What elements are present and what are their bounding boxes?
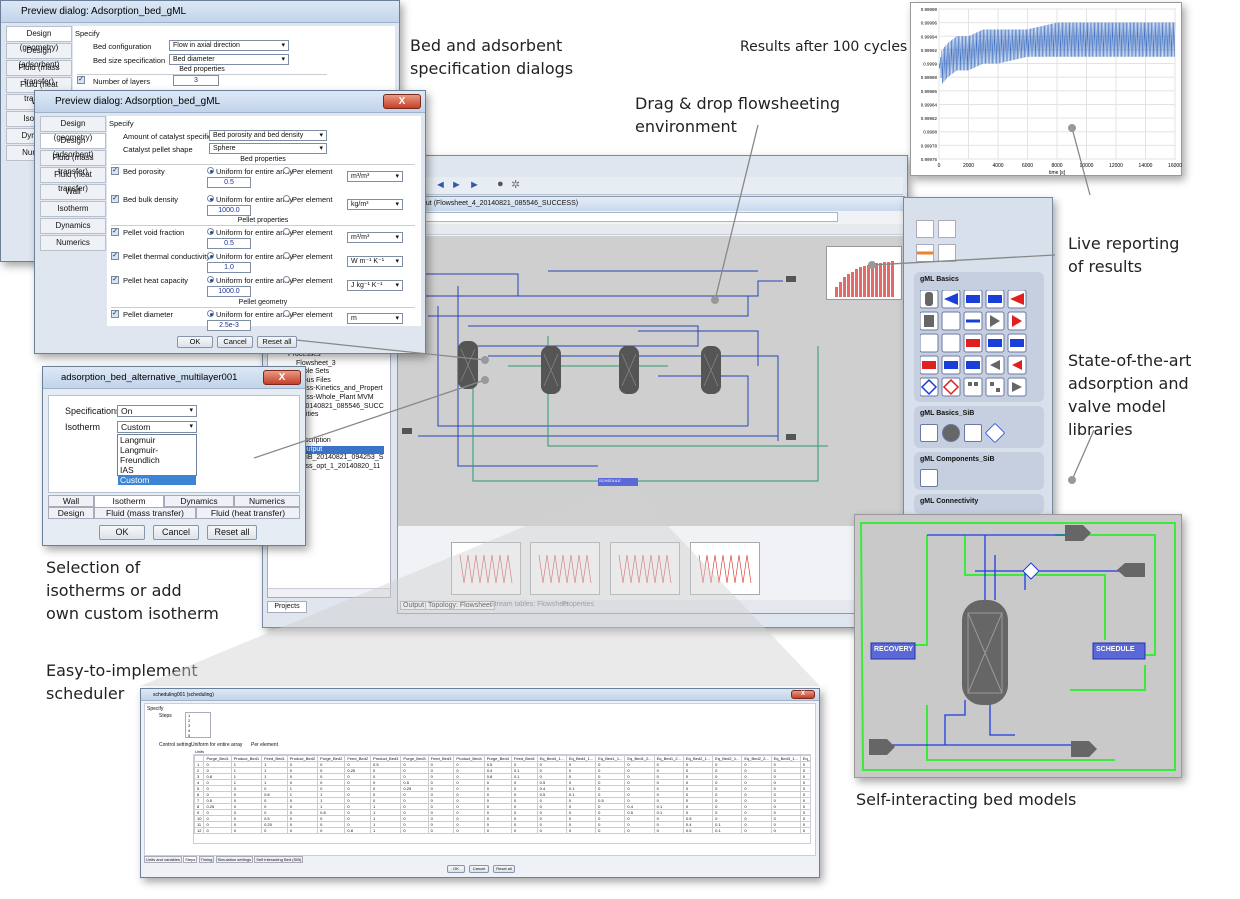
tab-steps[interactable]: Steps <box>183 856 198 863</box>
projection-shape <box>140 486 820 686</box>
schedule-table[interactable]: Purge_Bed1 Product_Bed1 Feed_Bed1 Product_B… <box>194 755 810 834</box>
tab-units-variables[interactable]: Units and variables <box>144 856 183 863</box>
table-cell[interactable]: 0 <box>595 827 626 834</box>
table-cell[interactable]: 0.5 <box>682 827 714 834</box>
table-header-cell: Feed_Bed4 <box>510 755 538 762</box>
table-header-cell: Product_Bed3 <box>370 755 402 762</box>
table-header-cell: Eq_Bed1_1... <box>595 755 626 762</box>
table-header-cell: Eq_Bed2_2... <box>741 755 772 762</box>
table-cell[interactable]: 0 <box>799 827 810 834</box>
table-header-cell: Eq_Bed2_1... <box>682 755 714 762</box>
table-header-cell: Product_Bed4 <box>453 755 485 762</box>
table-header-cell: Feed_Bed3 <box>427 755 455 762</box>
schedule-label: SCHEDULE <box>1096 646 1135 653</box>
dialog-title: scheduling001 (scheduling) <box>141 689 819 701</box>
sib-feed-source[interactable] <box>869 739 895 755</box>
callout-dot <box>1068 124 1076 132</box>
scheduler-bottom-tabs: Units and variables Steps Timing Simulat… <box>144 856 304 863</box>
table-header-cell: Product_Bed1 <box>230 755 263 762</box>
recovery-label: RECOVERY <box>874 646 914 653</box>
callout-dot <box>1068 476 1076 484</box>
table-cell[interactable]: 0 <box>483 827 512 834</box>
callout-dot <box>868 261 876 269</box>
sib-flowsheet[interactable]: RECOVERY SCHEDULE <box>854 514 1182 778</box>
table-header-cell: Feed_Bed2 <box>344 755 372 762</box>
reset-all-button[interactable]: Reset all <box>493 865 515 873</box>
sib-purge-sink[interactable] <box>1117 563 1145 577</box>
table-cell[interactable]: 0 <box>427 827 455 834</box>
schedule-table-wrap: Purge_Bed1 Product_Bed1 Feed_Bed1 Product_B… <box>193 754 811 844</box>
sib-product-sink[interactable] <box>1065 525 1091 541</box>
cancel-button[interactable]: Cancel <box>469 865 489 873</box>
scheduler-dialog: scheduling001 (scheduling) X Specify Ste… <box>140 688 820 878</box>
callout-dot <box>481 376 489 384</box>
specify-label: Specify <box>147 706 164 712</box>
table-cell[interactable]: 0 <box>230 827 263 834</box>
per-element-label: Per element <box>251 742 278 748</box>
scheduler-content: Specify Steps 1 2 3 4 5 Control setting … <box>144 703 816 856</box>
table-header-cell: Purge_Bed2 <box>317 755 346 762</box>
callout-dot <box>481 356 489 364</box>
table-cell[interactable]: 12 <box>194 827 205 834</box>
table-header-cell: Eq_Bed1_2... <box>653 755 684 762</box>
table-header-cell: Eq_Bed1_2... <box>624 755 655 762</box>
table-header-cell: Eq_Bed2_1... <box>712 755 743 762</box>
table-cell[interactable]: 0 <box>653 827 684 834</box>
steps-label: Steps <box>159 713 172 719</box>
steps-list[interactable]: 1 2 3 4 5 <box>185 712 211 738</box>
uniform-label: Uniform for entire array <box>191 742 243 748</box>
table-cell[interactable]: 0 <box>770 827 801 834</box>
callout-lines <box>253 124 1095 481</box>
ok-button[interactable]: OK <box>447 865 465 873</box>
table-cell[interactable]: 0 <box>317 827 346 834</box>
table-cell[interactable]: 0 <box>203 827 232 834</box>
table-row[interactable]: 12000000.8100000000000.50.10000 <box>194 827 810 834</box>
table-cell[interactable]: 0.8 <box>344 827 372 834</box>
table-cell[interactable]: 0 <box>624 827 655 834</box>
table-cell[interactable]: 0.1 <box>712 827 743 834</box>
callout-dot <box>711 296 719 304</box>
tab-sib[interactable]: Self Interacting Bed (SIB) <box>254 856 304 863</box>
table-cell[interactable]: 0 <box>565 827 597 834</box>
table-header-cell: Purge_Bed4 <box>483 755 512 762</box>
table-cell[interactable]: 0 <box>261 827 288 834</box>
table-header-cell: Product_Bed2 <box>286 755 319 762</box>
table-cell[interactable]: 0 <box>400 827 429 834</box>
close-icon[interactable]: X <box>791 690 815 699</box>
table-header-cell: Feed_Bed1 <box>261 755 288 762</box>
table-header-cell: Eq_Bed4_1... <box>536 755 567 762</box>
table-cell[interactable]: 0 <box>286 827 319 834</box>
table-cell[interactable]: 0 <box>510 827 538 834</box>
table-cell[interactable]: 0 <box>453 827 485 834</box>
table-header-cell: Eq_Bed3_1... <box>770 755 801 762</box>
tab-timing[interactable]: Timing <box>198 856 215 863</box>
table-header-cell: Eq_Bed4_1... <box>565 755 597 762</box>
step-item[interactable]: 5 <box>188 733 210 738</box>
tab-simulation-settings[interactable]: Simulation settings <box>215 856 254 863</box>
table-header-cell: Purge_Bed3 <box>400 755 429 762</box>
control-setting-label: Control setting <box>159 742 192 748</box>
table-cell[interactable]: 1 <box>370 827 402 834</box>
table-header-cell: Purge_Bed1 <box>203 755 232 762</box>
table-cell[interactable]: 0 <box>536 827 567 834</box>
table-cell[interactable]: 0 <box>741 827 772 834</box>
sib-outlet-sink[interactable] <box>1071 741 1097 757</box>
